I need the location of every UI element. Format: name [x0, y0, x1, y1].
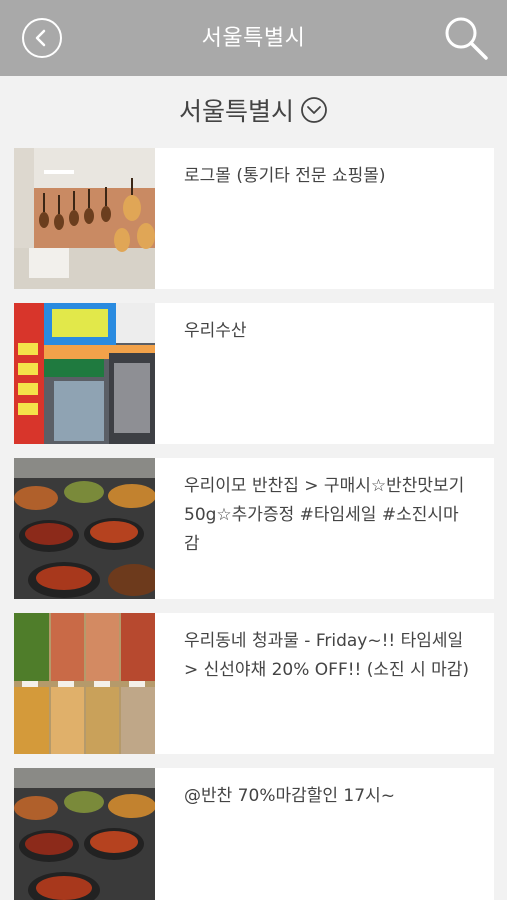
list-item[interactable]: 우리수산 [14, 303, 494, 444]
thumbnail-image [14, 148, 155, 289]
app-header: 서울특별시 [0, 0, 507, 76]
chevron-down-circle-icon [301, 97, 327, 123]
list-item-title: 우리이모 반찬집 > 구매시☆반찬맛보기50g☆추가증정 #타임세일 #소진시마… [184, 476, 465, 554]
region-selector[interactable]: 서울특별시 [0, 92, 507, 132]
thumbnail-image [14, 768, 155, 900]
list-item[interactable]: 로그몰 (통기타 전문 쇼핑몰) [14, 148, 494, 289]
list-item-title: @반찬 70%마감할인 17시~ [184, 786, 395, 806]
header-title: 서울특별시 [201, 26, 306, 51]
list-item-title: 우리수산 [184, 321, 247, 341]
region-label: 서울특별시 [178, 97, 294, 126]
thumbnail-image [14, 458, 155, 599]
list-item-title: 로그몰 (통기타 전문 쇼핑몰) [184, 166, 386, 186]
search-icon [445, 17, 488, 60]
list-item-title: 우리동네 청과물 - Friday~!! 타임세일 > 신선야채 20% OFF… [184, 631, 470, 680]
search-button[interactable] [442, 14, 490, 62]
list-item[interactable]: 우리동네 청과물 - Friday~!! 타임세일 > 신선야채 20% OFF… [14, 613, 494, 754]
thumbnail-image [14, 613, 155, 754]
thumbnail-image [14, 303, 155, 444]
list-item[interactable]: 우리이모 반찬집 > 구매시☆반찬맛보기50g☆추가증정 #타임세일 #소진시마… [14, 458, 494, 599]
list-item[interactable]: @반찬 70%마감할인 17시~ [14, 768, 494, 900]
